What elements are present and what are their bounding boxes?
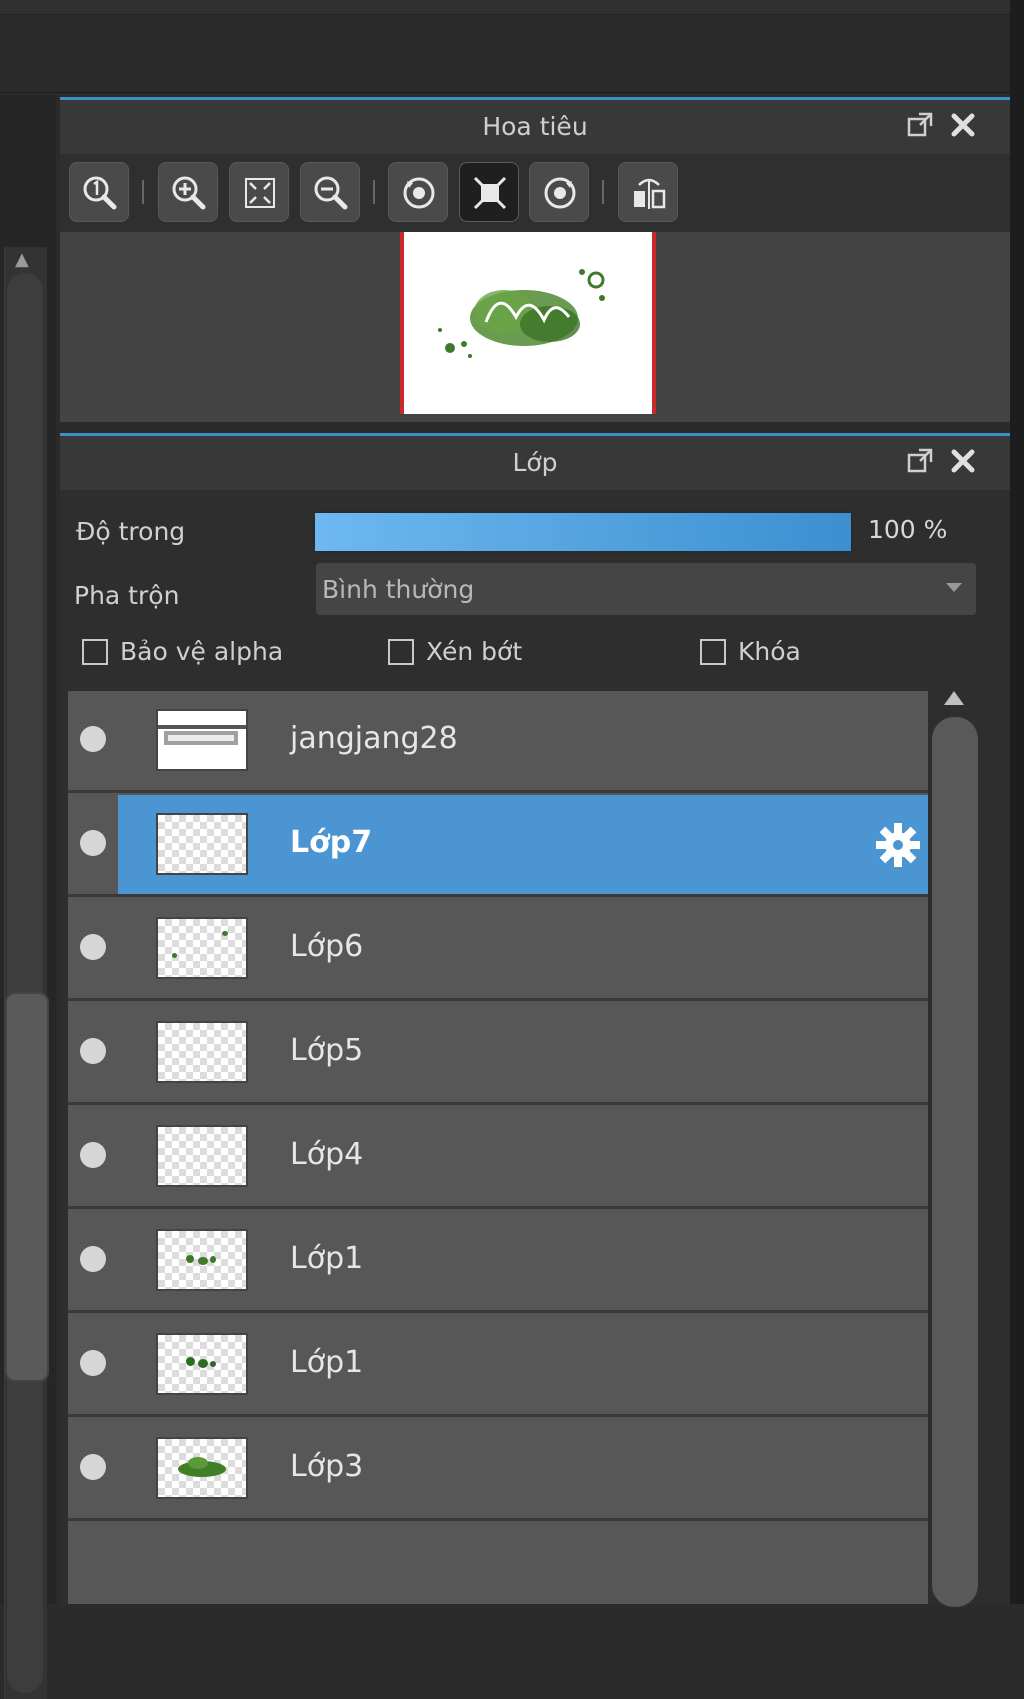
rotate-left-icon [403, 177, 435, 209]
layer-name: jangjang28 [290, 721, 458, 756]
navigator-panel: Hoa tiêu [60, 97, 1010, 422]
opacity-value: 100 % [868, 515, 948, 544]
layer-thumbnail [156, 1125, 248, 1187]
left-scrollbar[interactable]: ▲ [4, 247, 49, 1699]
scroll-thumb[interactable] [5, 992, 49, 1382]
blend-mode-select[interactable]: Bình thường [316, 563, 976, 615]
toolbar-separator [602, 180, 604, 204]
visibility-toggle[interactable] [80, 1246, 106, 1272]
window-edge [1010, 0, 1024, 1604]
blend-mode-value: Bình thường [322, 575, 475, 604]
navigator-preview[interactable] [60, 232, 1010, 422]
flip-horizontal-icon [634, 178, 666, 209]
lock-label: Khóa [738, 637, 801, 666]
layer-row[interactable]: Lớp3 [68, 1419, 928, 1521]
lock-checkbox[interactable]: Khóa [700, 637, 801, 666]
top-toolbar-area [0, 0, 1024, 93]
layer-name: Lớp1 [290, 1345, 364, 1380]
layer-thumbnail [156, 813, 248, 875]
layer-name: Lớp6 [290, 929, 364, 964]
zoom-in-button[interactable] [158, 162, 218, 222]
layer-row[interactable]: Lớp5 [68, 1003, 928, 1105]
visibility-toggle[interactable] [80, 1142, 106, 1168]
detach-icon[interactable] [905, 446, 935, 476]
canvas-thumbnail[interactable] [400, 232, 656, 414]
layer-name: Lớp1 [290, 1241, 364, 1276]
scroll-up-icon[interactable]: ▲ [15, 251, 29, 269]
layer-row[interactable]: Lớp6 [68, 899, 928, 1001]
visibility-toggle[interactable] [80, 1454, 106, 1480]
layer-row[interactable]: Lớp1 [68, 1211, 928, 1313]
layers-header: Lớp [60, 436, 1010, 490]
checkbox-box[interactable] [388, 638, 414, 665]
zoom-out-button[interactable] [300, 162, 360, 222]
zoom-actual-size-button[interactable] [69, 162, 129, 222]
checkbox-box[interactable] [82, 638, 108, 665]
zoom-in-icon [172, 176, 206, 210]
scroll-up-icon[interactable] [944, 691, 964, 705]
layer-thumbnail [156, 1021, 248, 1083]
layer-name: Lớp5 [290, 1033, 364, 1068]
reset-view-icon [473, 176, 507, 210]
scroll-track[interactable] [932, 717, 978, 1607]
visibility-toggle[interactable] [80, 1350, 106, 1376]
protect-alpha-label: Bảo vệ alpha [120, 637, 284, 666]
layers-title: Lớp [512, 448, 558, 477]
zoom-actual-size-icon [83, 176, 117, 210]
layer-row-selected[interactable]: Lớp7 [68, 795, 928, 897]
zoom-out-icon [314, 176, 348, 210]
checkbox-box[interactable] [700, 638, 726, 665]
layers-panel: Lớp Độ trong 100 % Pha trộn Bình thường … [60, 433, 1010, 1607]
protect-alpha-checkbox[interactable]: Bảo vệ alpha [82, 637, 283, 666]
rotate-right-button[interactable] [529, 162, 589, 222]
layer-list: jangjang28 Lớp7 Lớp6 Lớp5 Lớp4 Lớp1 Lớp1… [68, 691, 928, 1604]
clipping-checkbox[interactable]: Xén bớt [388, 637, 522, 666]
toolbar-separator [142, 180, 144, 204]
opacity-slider[interactable] [313, 511, 853, 553]
gear-icon[interactable] [874, 821, 922, 873]
layer-list-scrollbar[interactable] [932, 691, 980, 1607]
visibility-toggle[interactable] [80, 934, 106, 960]
scroll-track[interactable] [7, 273, 43, 1693]
fit-to-window-button[interactable] [229, 162, 289, 222]
chevron-down-icon [946, 583, 962, 592]
visibility-toggle[interactable] [80, 830, 106, 856]
layer-thumbnail [156, 1333, 248, 1395]
flip-horizontal-button[interactable] [618, 162, 678, 222]
visibility-toggle[interactable] [80, 1038, 106, 1064]
layer-thumbnail [156, 1437, 248, 1499]
layer-name: Lớp7 [290, 825, 373, 860]
blend-mode-label: Pha trộn [74, 581, 180, 610]
fit-to-window-icon [245, 178, 275, 208]
navigator-toolbar [60, 154, 1010, 232]
layer-row[interactable]: Lớp1 [68, 1315, 928, 1417]
layer-thumbnail [156, 1229, 248, 1291]
top-strip [0, 0, 1010, 15]
rotate-right-icon [544, 177, 576, 209]
left-panel: ▲ [0, 95, 56, 1699]
layer-thumbnail [156, 709, 248, 771]
opacity-label: Độ trong [76, 517, 186, 546]
rotate-left-button[interactable] [388, 162, 448, 222]
layer-row[interactable]: jangjang28 [68, 691, 928, 793]
layer-thumbnail [156, 917, 248, 979]
detach-icon[interactable] [905, 110, 935, 140]
layer-name: Lớp3 [290, 1449, 364, 1484]
close-icon[interactable] [948, 446, 978, 476]
layer-name: Lớp4 [290, 1137, 364, 1172]
toolbar-separator [373, 180, 375, 204]
navigator-header: Hoa tiêu [60, 100, 1010, 154]
navigator-title: Hoa tiêu [482, 112, 588, 141]
clipping-label: Xén bớt [426, 637, 523, 666]
layer-row[interactable]: Lớp4 [68, 1107, 928, 1209]
visibility-toggle[interactable] [80, 726, 106, 752]
reset-view-button[interactable] [459, 162, 519, 222]
close-icon[interactable] [948, 110, 978, 140]
